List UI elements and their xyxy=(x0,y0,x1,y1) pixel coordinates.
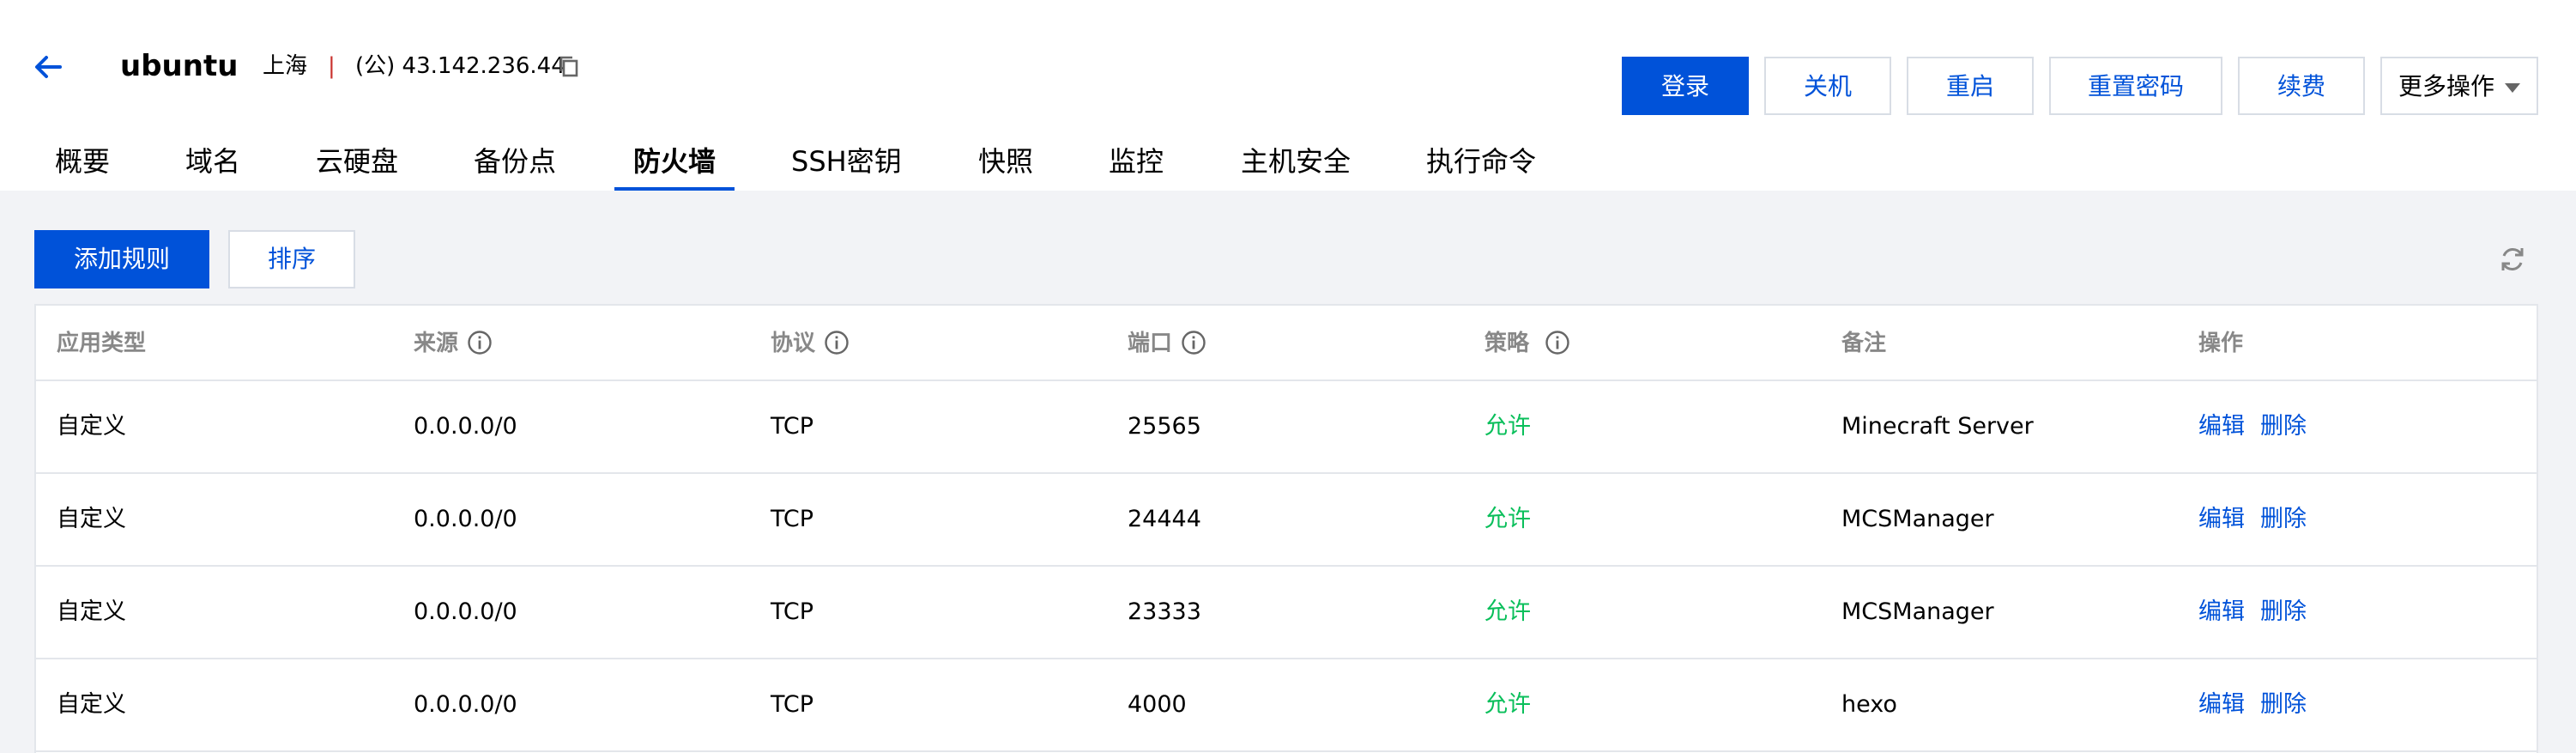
reset-password-button[interactable]: 重置密码 xyxy=(2049,57,2222,115)
refresh-icon[interactable] xyxy=(2497,244,2528,275)
sort-button[interactable]: 排序 xyxy=(228,230,355,288)
copy-icon[interactable] xyxy=(556,53,582,79)
cell-policy: 允许 xyxy=(1485,598,1531,625)
cell-port: 24444 xyxy=(1128,506,1201,532)
cell-protocol: TCP xyxy=(771,506,814,532)
column-header-policy: 策略 xyxy=(1485,326,1570,361)
edit-link[interactable]: 编辑 xyxy=(2198,409,2245,445)
tab-firewall[interactable]: 防火墙 xyxy=(633,143,716,191)
table-row: 自定义 0.0.0.0/0 TCP 23333 允许 MCSManager 编辑… xyxy=(36,567,2537,659)
cell-app-type: 自定义 xyxy=(57,413,126,440)
cell-policy: 允许 xyxy=(1485,413,1531,440)
cell-protocol: TCP xyxy=(771,691,814,718)
firewall-rules-table: 应用类型 来源 协议 端口 策略 备注 操作 自定义 0.0.0.0/0 TCP… xyxy=(34,304,2538,753)
tab-overview[interactable]: 概要 xyxy=(55,143,110,191)
renew-button[interactable]: 续费 xyxy=(2238,57,2365,115)
info-icon[interactable] xyxy=(1545,330,1570,355)
column-header-operation: 操作 xyxy=(2198,331,2244,356)
login-button[interactable]: 登录 xyxy=(1622,57,1749,115)
instance-header: ubuntu 上海 | (公) 43.142.236.44 登录 关机 重启 重… xyxy=(0,0,2576,191)
cell-app-type: 自定义 xyxy=(57,506,126,532)
cell-app-type: 自定义 xyxy=(57,691,126,718)
cell-protocol: TCP xyxy=(771,413,814,440)
cell-policy: 允许 xyxy=(1485,506,1531,532)
cell-port: 4000 xyxy=(1128,691,1187,718)
cell-source: 0.0.0.0/0 xyxy=(414,691,517,718)
tab-snapshot[interactable]: 快照 xyxy=(978,143,1033,191)
instance-name: ubuntu xyxy=(120,49,239,83)
caret-down-icon xyxy=(2505,82,2520,93)
cell-remark: MCSManager xyxy=(1841,598,1994,625)
shutdown-button[interactable]: 关机 xyxy=(1764,57,1891,115)
delete-link[interactable]: 删除 xyxy=(2260,501,2307,537)
info-icon[interactable] xyxy=(1181,330,1206,355)
region-separator: | xyxy=(328,53,336,79)
cell-remark: Minecraft Server xyxy=(1841,413,2034,440)
tab-cloud-disk[interactable]: 云硬盘 xyxy=(316,143,398,191)
firewall-panel: 添加规则 排序 应用类型 来源 协议 端口 策略 备注 操作 自定义 0.0.0… xyxy=(0,191,2576,753)
table-row: 自定义 0.0.0.0/0 TCP 25565 允许 Minecraft Ser… xyxy=(36,381,2537,474)
delete-link[interactable]: 删除 xyxy=(2260,687,2307,723)
delete-link[interactable]: 删除 xyxy=(2260,594,2307,630)
tab-host-security[interactable]: 主机安全 xyxy=(1241,143,1351,191)
info-icon[interactable] xyxy=(467,330,493,355)
tab-monitor[interactable]: 监控 xyxy=(1109,143,1164,191)
tab-execute-command[interactable]: 执行命令 xyxy=(1426,143,1536,191)
edit-link[interactable]: 编辑 xyxy=(2198,687,2245,723)
info-icon[interactable] xyxy=(824,330,850,355)
more-actions-label: 更多操作 xyxy=(2398,72,2494,100)
restart-button[interactable]: 重启 xyxy=(1907,57,2034,115)
cell-port: 25565 xyxy=(1128,413,1201,440)
more-actions-dropdown[interactable]: 更多操作 xyxy=(2380,57,2538,115)
cell-protocol: TCP xyxy=(771,598,814,625)
cell-port: 23333 xyxy=(1128,598,1201,625)
cell-source: 0.0.0.0/0 xyxy=(414,506,517,532)
column-header-protocol: 协议 xyxy=(771,326,850,361)
tab-ssh-key[interactable]: SSH密钥 xyxy=(791,143,902,191)
cell-remark: hexo xyxy=(1841,691,1897,718)
column-header-app-type: 应用类型 xyxy=(57,331,147,356)
table-row: 自定义 0.0.0.0/0 TCP 24444 允许 MCSManager 编辑… xyxy=(36,474,2537,567)
tab-backup[interactable]: 备份点 xyxy=(474,143,556,191)
instance-public-ip: (公) 43.142.236.44 xyxy=(355,53,565,79)
tab-domain[interactable]: 域名 xyxy=(185,143,240,191)
cell-source: 0.0.0.0/0 xyxy=(414,598,517,625)
table-header: 应用类型 来源 协议 端口 策略 备注 操作 xyxy=(36,306,2537,381)
instance-region: 上海 xyxy=(263,53,308,79)
cell-app-type: 自定义 xyxy=(57,598,126,625)
cell-policy: 允许 xyxy=(1485,691,1531,718)
column-header-source: 来源 xyxy=(414,326,493,361)
cell-source: 0.0.0.0/0 xyxy=(414,413,517,440)
edit-link[interactable]: 编辑 xyxy=(2198,501,2245,537)
column-header-port: 端口 xyxy=(1128,326,1206,361)
column-header-remark: 备注 xyxy=(1841,331,1887,356)
add-rule-button[interactable]: 添加规则 xyxy=(34,230,209,288)
edit-link[interactable]: 编辑 xyxy=(2198,594,2245,630)
delete-link[interactable]: 删除 xyxy=(2260,409,2307,445)
cell-remark: MCSManager xyxy=(1841,506,1994,532)
arrow-left-icon[interactable] xyxy=(31,50,65,84)
table-row: 自定义 0.0.0.0/0 TCP 4000 允许 hexo 编辑 删除 xyxy=(36,659,2537,752)
